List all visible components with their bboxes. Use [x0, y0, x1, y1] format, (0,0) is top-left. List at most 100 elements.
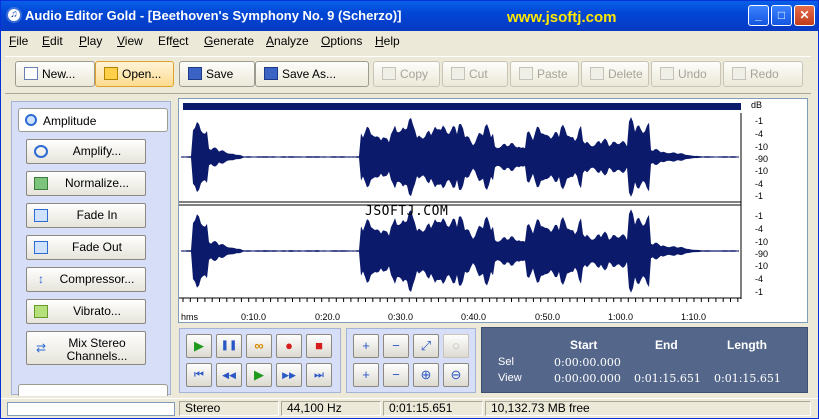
- save-as-button[interactable]: Save As...: [255, 61, 369, 87]
- zoom-controls: + − ⤢ ○ + − ⊕ ⊖: [346, 328, 476, 393]
- fade-out-button[interactable]: Fade Out: [26, 235, 146, 260]
- effects-panel: Amplitude Amplify... Normalize... Fade I…: [11, 101, 171, 396]
- zoom-full-button[interactable]: ⤢: [413, 334, 439, 358]
- folder-icon: [104, 67, 118, 80]
- end-header: End: [655, 338, 678, 352]
- db-scale: dB -1 -4 -10 -90 -10 -4 -1 -1 -4 -10 -90…: [751, 100, 769, 297]
- channel-right-waveform: [181, 209, 739, 293]
- zoom-in-horizontal-button[interactable]: +: [353, 334, 379, 358]
- zoom-in-both-button[interactable]: ⊕: [413, 363, 439, 387]
- paste-button[interactable]: Paste: [510, 61, 579, 87]
- zoom-out-vertical-button[interactable]: −: [383, 363, 409, 387]
- mix-stereo-channels-button[interactable]: ⇄ Mix Stereo Channels...: [26, 331, 146, 365]
- fade-in-icon: [34, 209, 48, 222]
- start-header: Start: [570, 338, 598, 352]
- redo-button[interactable]: Redo: [723, 61, 803, 87]
- waveform-canvas[interactable]: [179, 99, 807, 322]
- save-as-icon: [264, 67, 278, 80]
- amplify-button[interactable]: Amplify...: [26, 139, 146, 164]
- rewind-button[interactable]: ◀◀: [216, 363, 242, 387]
- menu-file[interactable]: File: [9, 34, 28, 48]
- normalize-icon: [34, 177, 48, 190]
- copy-icon: [382, 67, 396, 80]
- time-unit-label: hms: [181, 312, 199, 322]
- maximize-button[interactable]: □: [771, 5, 792, 26]
- sel-start-value[interactable]: 0:00:00.000: [554, 356, 621, 369]
- undo-icon: [660, 67, 674, 80]
- forward-button[interactable]: ▶▶: [276, 363, 302, 387]
- menu-effect[interactable]: Effect: [158, 34, 189, 48]
- open-button[interactable]: Open...: [95, 61, 174, 87]
- view-end-value[interactable]: 0:01:15.651: [634, 372, 701, 385]
- zoom-out-both-button[interactable]: ⊖: [443, 363, 469, 387]
- toolbar: New... Open... Save Save As... Copy Cut …: [5, 56, 811, 94]
- zoom-selection-button[interactable]: ○: [443, 334, 469, 358]
- record-button[interactable]: ●: [276, 334, 302, 358]
- view-start-value[interactable]: 0:00:00.000: [554, 372, 621, 385]
- watermark-url: www.jsoftj.com: [507, 9, 617, 26]
- clipboard-icon: [519, 67, 533, 80]
- new-button[interactable]: New...: [15, 61, 95, 87]
- vibrato-button[interactable]: Vibrato...: [26, 299, 146, 324]
- length-header: Length: [727, 338, 767, 352]
- menu-options[interactable]: Options: [321, 34, 362, 48]
- go-to-end-button[interactable]: ⏭: [306, 363, 332, 387]
- eraser-icon: [590, 67, 604, 80]
- app-icon[interactable]: ♫: [6, 7, 22, 23]
- transport-controls: ▶ ❚❚ ∞ ● ■ ⏮ ◀◀ ▶ ▶▶ ⏭: [179, 328, 341, 393]
- normalize-button[interactable]: Normalize...: [26, 171, 146, 196]
- scissors-icon: [451, 67, 465, 80]
- play-selection-button[interactable]: ▶: [246, 363, 272, 387]
- menu-view[interactable]: View: [117, 34, 143, 48]
- zoom-in-vertical-button[interactable]: +: [353, 363, 379, 387]
- delete-button[interactable]: Delete: [581, 61, 649, 87]
- redo-icon: [732, 67, 746, 80]
- sel-label: Sel: [498, 356, 514, 368]
- window-title: Audio Editor Gold - [Beethoven's Symphon…: [25, 8, 402, 23]
- menu-edit[interactable]: Edit: [42, 34, 63, 48]
- minimize-button[interactable]: _: [748, 5, 769, 26]
- db-unit: dB: [751, 100, 763, 110]
- sample-rate-status: 44,100 Hz: [281, 401, 381, 416]
- undo-button[interactable]: Undo: [651, 61, 721, 87]
- menu-generate[interactable]: Generate: [204, 34, 254, 48]
- title-bar[interactable]: ♫ Audio Editor Gold - [Beethoven's Symph…: [1, 1, 818, 31]
- amplitude-group-header[interactable]: Amplitude: [18, 108, 168, 132]
- channels-status: Stereo: [179, 401, 279, 416]
- menu-play[interactable]: Play: [79, 34, 102, 48]
- stop-button[interactable]: ■: [306, 334, 332, 358]
- menu-analyze[interactable]: Analyze: [266, 34, 309, 48]
- vibrato-icon: [34, 305, 48, 318]
- loop-button[interactable]: ∞: [246, 334, 272, 358]
- menu-help[interactable]: Help: [375, 34, 400, 48]
- disk-icon: [188, 67, 202, 80]
- next-group-header[interactable]: [18, 384, 168, 396]
- mix-channels-icon: ⇄: [35, 341, 47, 355]
- copy-button[interactable]: Copy: [373, 61, 440, 87]
- compressor-button[interactable]: ↕ Compressor...: [26, 267, 146, 292]
- channel-left-waveform: [181, 117, 739, 197]
- waveform-view[interactable]: JSOFTJ.COM dB -1 -4 -10 -90 -10 -4 -1 -1…: [178, 98, 808, 323]
- new-file-icon: [24, 67, 38, 80]
- view-length-value[interactable]: 0:01:15.651: [714, 372, 781, 385]
- go-to-start-button[interactable]: ⏮: [186, 363, 212, 387]
- pause-button[interactable]: ❚❚: [216, 334, 242, 358]
- amplitude-icon: [25, 114, 37, 126]
- progress-bar: [7, 402, 175, 416]
- free-space-status: 10,132.73 MB free: [485, 401, 811, 416]
- status-bar: Stereo 44,100 Hz 0:01:15.651 10,132.73 M…: [1, 398, 818, 418]
- fade-in-button[interactable]: Fade In: [26, 203, 146, 228]
- view-label: View: [498, 372, 522, 384]
- cut-button[interactable]: Cut: [442, 61, 508, 87]
- play-button[interactable]: ▶: [186, 334, 212, 358]
- close-button[interactable]: ✕: [794, 5, 815, 26]
- waveform-watermark: JSOFTJ.COM: [365, 204, 449, 219]
- selection-info-panel: Start End Length Sel View 0:00:00.000 0:…: [481, 327, 808, 393]
- app-window: ♫ Audio Editor Gold - [Beethoven's Symph…: [0, 0, 819, 419]
- save-button[interactable]: Save: [179, 61, 255, 87]
- fade-out-icon: [34, 241, 48, 254]
- amplify-icon: [34, 145, 48, 158]
- duration-status: 0:01:15.651: [383, 401, 483, 416]
- menu-bar: File Edit Play View Effect Generate Anal…: [1, 31, 818, 51]
- zoom-out-horizontal-button[interactable]: −: [383, 334, 409, 358]
